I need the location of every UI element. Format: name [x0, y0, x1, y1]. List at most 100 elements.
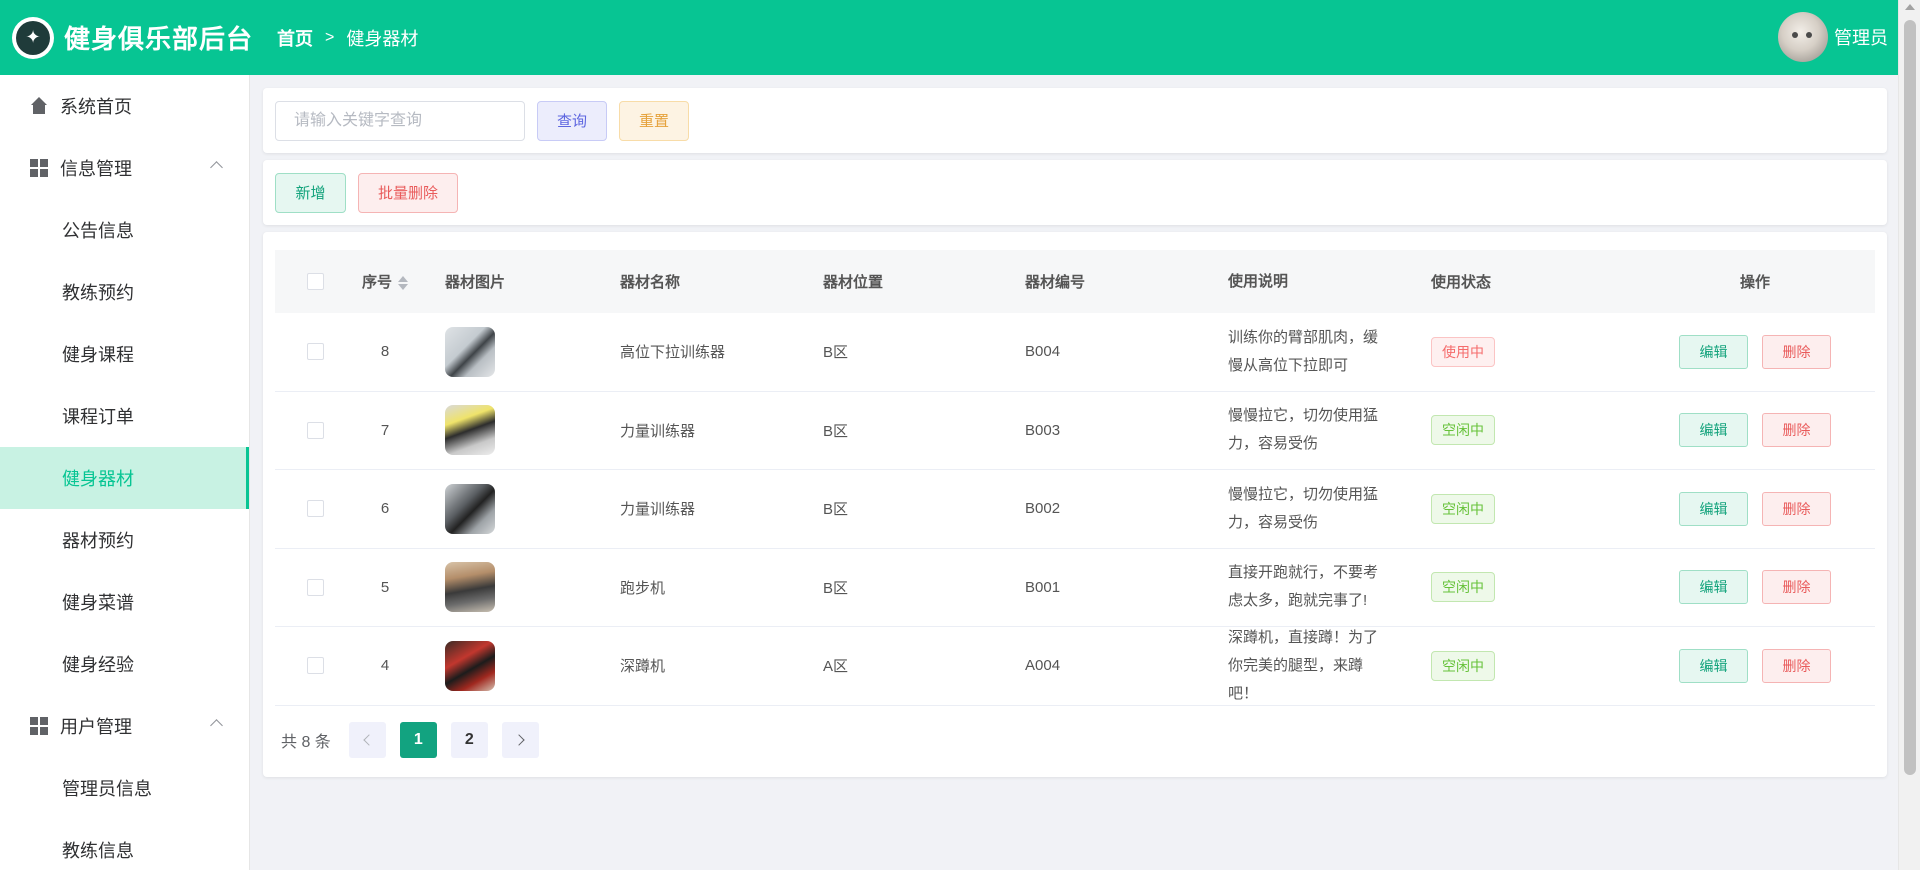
- cell-position: A区: [823, 658, 849, 676]
- sidebar-item-label: 公告信息: [62, 221, 134, 241]
- cell-position: B区: [823, 501, 849, 519]
- sidebar-group-users[interactable]: 用户管理: [0, 695, 249, 757]
- edit-button[interactable]: 编辑: [1679, 334, 1748, 369]
- equipment-image[interactable]: [445, 640, 495, 691]
- cell-id: 4: [380, 657, 390, 675]
- cell-code: B003: [1025, 421, 1061, 439]
- equipment-image[interactable]: [445, 326, 495, 377]
- sidebar-item-admin-info[interactable]: 管理员信息: [0, 757, 249, 819]
- delete-button[interactable]: 删除: [1762, 491, 1831, 526]
- cell-code: B002: [1025, 500, 1061, 518]
- equipment-image[interactable]: [445, 405, 495, 456]
- sidebar-item-notice[interactable]: 公告信息: [0, 199, 249, 261]
- sidebar-item-label: 教练预约: [62, 283, 134, 303]
- row-checkbox[interactable]: [306, 421, 324, 439]
- delete-button[interactable]: 删除: [1762, 413, 1831, 448]
- sidebar-item-label: 信息管理: [60, 159, 132, 179]
- table-row: 8 高位下拉训练器 B区 B004 训练你的臂部肌肉，缓慢从高位下拉即可 使用中…: [275, 313, 1875, 392]
- delete-button[interactable]: 删除: [1762, 648, 1831, 683]
- search-input[interactable]: [275, 100, 525, 141]
- page-button-1[interactable]: 1: [399, 722, 437, 758]
- equipment-image[interactable]: [445, 562, 495, 613]
- cell-id: 7: [380, 421, 390, 439]
- table-row: 7 力量训练器 B区 B003 慢慢拉它，切勿使用猛力，容易受伤 空闲中 编辑 …: [275, 392, 1875, 470]
- chevron-up-icon: [210, 161, 223, 174]
- batch-delete-button[interactable]: 批量删除: [358, 172, 458, 213]
- sort-icon[interactable]: [398, 275, 408, 291]
- edit-button[interactable]: 编辑: [1679, 413, 1748, 448]
- cell-name: 跑步机: [620, 579, 666, 597]
- add-button[interactable]: 新增: [275, 172, 346, 213]
- sidebar-item-course-orders[interactable]: 课程订单: [0, 385, 249, 447]
- delete-button[interactable]: 删除: [1762, 334, 1831, 369]
- header-description: 使用说明: [1228, 272, 1289, 290]
- cell-id: 8: [380, 343, 390, 361]
- delete-button[interactable]: 删除: [1762, 570, 1831, 605]
- breadcrumb-home[interactable]: 首页: [277, 25, 313, 51]
- sidebar-item-courses[interactable]: 健身课程: [0, 323, 249, 385]
- sidebar-item-recipes[interactable]: 健身菜谱: [0, 571, 249, 633]
- scroll-up-arrow-icon[interactable]: [1905, 4, 1915, 10]
- edit-button[interactable]: 编辑: [1679, 491, 1748, 526]
- status-badge: 空闲中: [1431, 572, 1495, 603]
- header-operation: 操作: [1739, 274, 1770, 291]
- prev-page-button[interactable]: [348, 722, 386, 758]
- app-logo: ✦: [12, 16, 54, 59]
- pagination-total: 共 8 条: [281, 734, 331, 751]
- sidebar-item-equipment[interactable]: 健身器材: [0, 447, 249, 509]
- cell-description: 深蹲机，直接蹲！为了你完美的腿型，来蹲吧！: [1228, 628, 1379, 702]
- cell-position: B区: [823, 579, 849, 597]
- status-badge: 空闲中: [1431, 650, 1495, 681]
- equipment-image[interactable]: [445, 483, 495, 534]
- cell-id: 6: [380, 500, 390, 518]
- search-panel: 查询 重置: [263, 88, 1887, 153]
- scrollbar-thumb[interactable]: [1904, 20, 1916, 775]
- row-checkbox[interactable]: [306, 657, 324, 675]
- user-name[interactable]: 管理员: [1834, 24, 1888, 50]
- edit-button[interactable]: 编辑: [1679, 648, 1748, 683]
- sidebar-item-equipment-booking[interactable]: 器材预约: [0, 509, 249, 571]
- sidebar: 系统首页 信息管理 公告信息 教练预约 健身课程 课程订单 健身器材 器材预约 …: [0, 75, 250, 870]
- cell-description: 慢慢拉它，切勿使用猛力，容易受伤: [1228, 407, 1379, 453]
- status-badge: 空闲中: [1431, 415, 1495, 446]
- cell-description: 慢慢拉它，切勿使用猛力，容易受伤: [1228, 485, 1379, 531]
- sidebar-item-label: 健身器材: [62, 469, 134, 489]
- page-button-2[interactable]: 2: [450, 722, 488, 758]
- sidebar-item-coach-info[interactable]: 教练信息: [0, 819, 249, 870]
- chevron-up-icon: [210, 719, 223, 732]
- pagination: 共 8 条 1 2: [281, 722, 553, 758]
- header-status: 使用状态: [1431, 274, 1492, 291]
- sidebar-item-label: 系统首页: [60, 97, 132, 117]
- row-checkbox[interactable]: [306, 500, 324, 518]
- edit-button[interactable]: 编辑: [1679, 570, 1748, 605]
- page-scrollbar[interactable]: [1898, 0, 1920, 870]
- cell-name: 高位下拉训练器: [620, 344, 726, 362]
- cell-name: 力量训练器: [620, 422, 696, 440]
- cell-position: B区: [823, 344, 849, 362]
- cell-name: 深蹲机: [620, 658, 666, 676]
- dumbbell-icon: ✦: [16, 20, 50, 55]
- user-menu[interactable]: 管理员: [1778, 12, 1888, 62]
- status-badge: 空闲中: [1431, 493, 1495, 524]
- row-checkbox[interactable]: [306, 343, 324, 361]
- sidebar-item-coach-booking[interactable]: 教练预约: [0, 261, 249, 323]
- grid-icon: [30, 159, 48, 177]
- avatar[interactable]: [1778, 12, 1828, 62]
- header-code: 器材编号: [1025, 274, 1086, 291]
- breadcrumb-current: 健身器材: [346, 28, 419, 49]
- sidebar-group-info[interactable]: 信息管理: [0, 137, 249, 199]
- reset-button[interactable]: 重置: [619, 100, 689, 141]
- header-image: 器材图片: [445, 274, 506, 291]
- next-page-button[interactable]: [501, 722, 539, 758]
- sidebar-item-experience[interactable]: 健身经验: [0, 633, 249, 695]
- row-checkbox[interactable]: [306, 578, 324, 596]
- sidebar-item-home[interactable]: 系统首页: [0, 75, 249, 137]
- breadcrumb: 首页 > 健身器材: [277, 25, 418, 51]
- cell-description: 直接开跑就行，不要考虑太多，跑就完事了!: [1228, 564, 1379, 610]
- select-all-checkbox[interactable]: [306, 273, 324, 290]
- query-button[interactable]: 查询: [537, 100, 607, 141]
- grid-icon: [30, 717, 48, 735]
- header-id[interactable]: 序号: [355, 271, 415, 292]
- table-row: 6 力量训练器 B区 B002 慢慢拉它，切勿使用猛力，容易受伤 空闲中 编辑 …: [275, 470, 1875, 549]
- sidebar-item-label: 健身课程: [62, 345, 134, 365]
